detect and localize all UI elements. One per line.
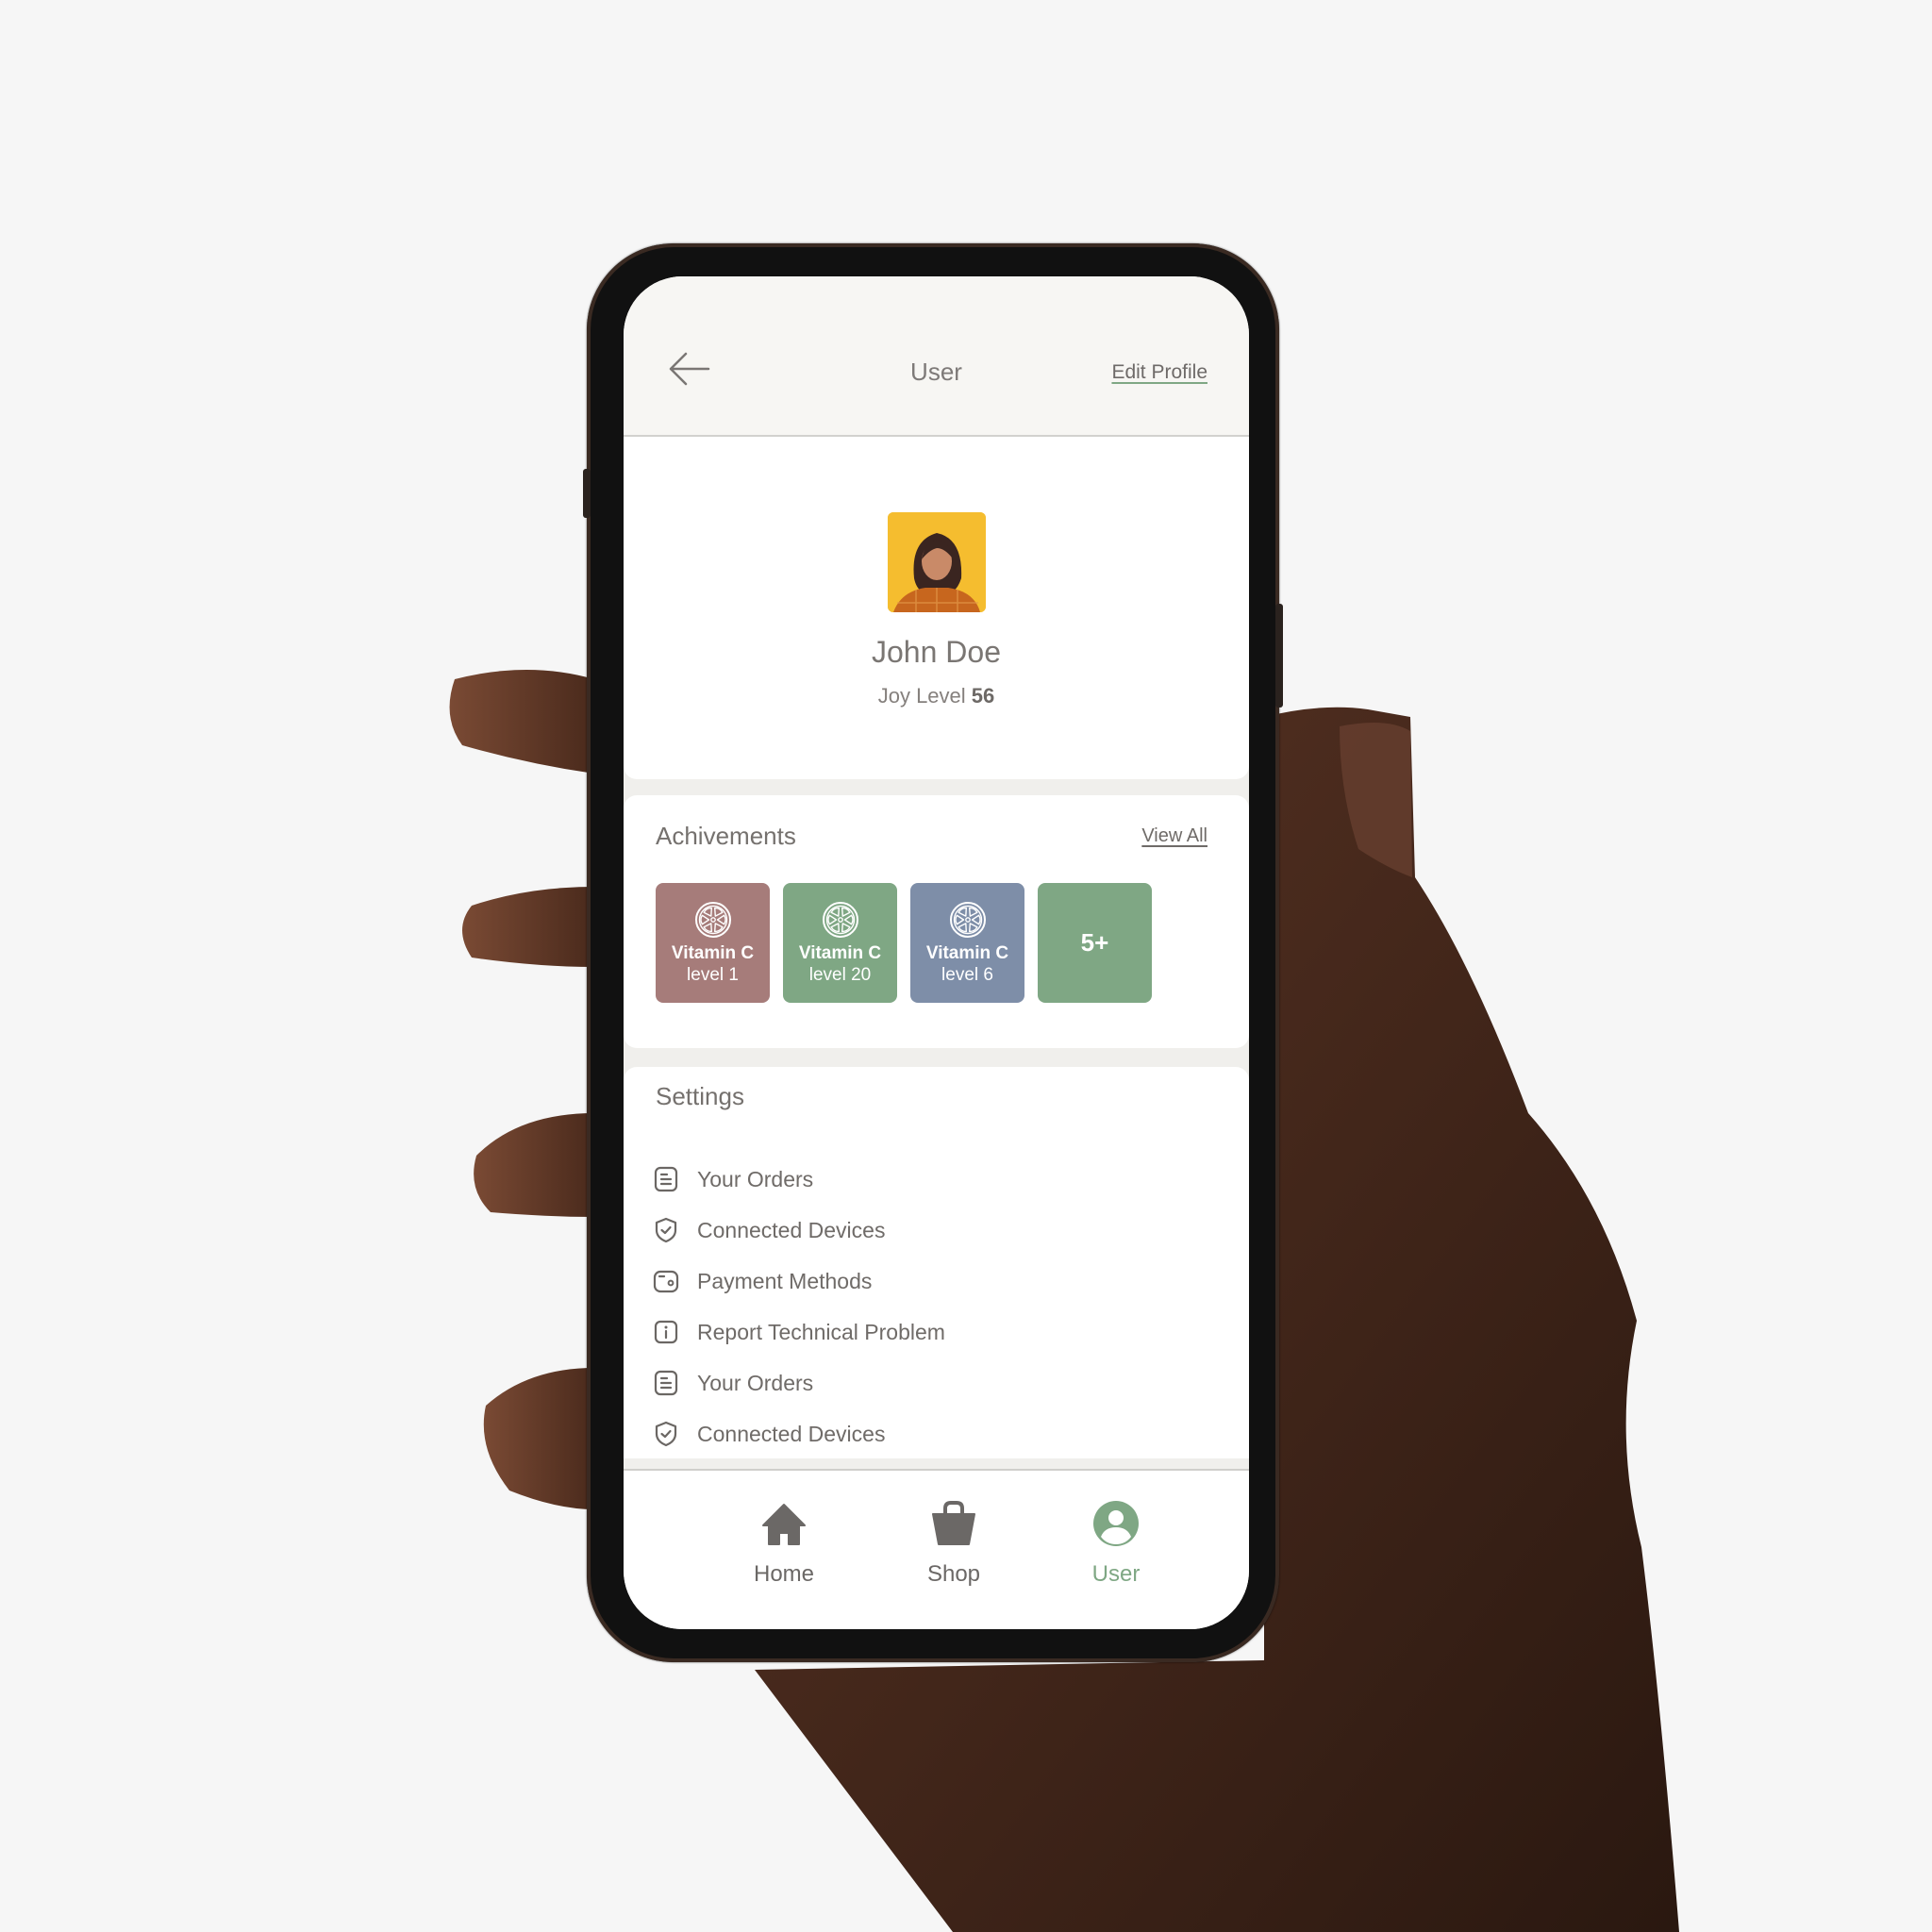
settings-item-label: Connected Devices <box>697 1421 886 1446</box>
nav-label: Home <box>753 1561 815 1587</box>
settings-item-report-problem[interactable]: Report Technical Problem <box>652 1307 945 1357</box>
shopping-bag-icon <box>932 1501 975 1545</box>
nav-item-user[interactable]: User <box>1050 1497 1182 1588</box>
joy-level: Joy Level 56 <box>624 684 1249 708</box>
wallet-icon <box>653 1270 679 1293</box>
citrus-slice-icon <box>822 901 858 938</box>
bottom-navigation: Home Shop User <box>624 1469 1249 1629</box>
settings-item-payment-methods[interactable]: Payment Methods <box>652 1256 945 1307</box>
joy-level-value: 56 <box>971 684 995 708</box>
settings-list: Your Orders Connected Devices Payment Me… <box>652 1154 945 1459</box>
avatar[interactable] <box>888 512 986 612</box>
settings-item-label: Your Orders <box>697 1166 814 1191</box>
shield-check-icon <box>655 1421 677 1447</box>
settings-item-connected-devices[interactable]: Connected Devices <box>652 1205 945 1256</box>
citrus-slice-icon <box>949 901 986 938</box>
info-icon <box>654 1320 678 1344</box>
achievement-badge[interactable]: Vitamin C level 1 <box>656 883 770 1003</box>
settings-item-label: Your Orders <box>697 1370 814 1395</box>
badge-level: level 6 <box>941 964 993 985</box>
citrus-slice-icon <box>694 901 731 938</box>
shield-check-icon <box>655 1217 677 1243</box>
nav-item-home[interactable]: Home <box>718 1497 850 1588</box>
profile-card: John Doe Joy Level 56 <box>624 437 1249 779</box>
phone-screen: User Edit Profile John Doe Joy Level 56 <box>624 276 1249 1629</box>
settings-card: Settings Your Orders Connected Devices P… <box>624 1067 1249 1458</box>
finger-4 <box>483 1368 594 1509</box>
more-achievements-button[interactable]: 5+ <box>1038 883 1152 1003</box>
settings-title: Settings <box>656 1082 744 1110</box>
avatar-portrait <box>888 512 986 612</box>
achievement-badge[interactable]: Vitamin C level 6 <box>910 883 1024 1003</box>
view-all-link[interactable]: View All <box>1141 825 1208 847</box>
settings-item-connected-devices[interactable]: Connected Devices <box>652 1408 945 1459</box>
settings-item-label: Connected Devices <box>697 1217 886 1242</box>
user-circle-icon <box>1093 1501 1139 1546</box>
badge-title: Vitamin C <box>925 942 1009 963</box>
badge-title: Vitamin C <box>671 942 755 963</box>
top-app-bar: User Edit Profile <box>624 276 1249 437</box>
power-button <box>1275 604 1283 708</box>
edit-profile-link[interactable]: Edit Profile <box>1111 361 1208 384</box>
achievements-title: Achivements <box>656 822 796 850</box>
receipt-icon <box>654 1166 678 1192</box>
more-count: 5+ <box>1080 928 1109 957</box>
finger-3 <box>474 1113 594 1217</box>
volume-button <box>583 469 591 518</box>
settings-item-your-orders[interactable]: Your Orders <box>652 1357 945 1408</box>
achievements-card: Achivements View All Vitamin C level 1 V… <box>624 795 1249 1048</box>
badge-level: level 20 <box>808 964 872 985</box>
badge-title: Vitamin C <box>798 942 882 963</box>
user-name: John Doe <box>872 635 1001 669</box>
badge-list: Vitamin C level 1 Vitamin C level 20 Vit… <box>656 883 1152 1003</box>
settings-item-label: Payment Methods <box>697 1268 873 1293</box>
product-mockup-scene: User Edit Profile John Doe Joy Level 56 <box>0 0 1932 1932</box>
settings-item-label: Report Technical Problem <box>697 1319 945 1344</box>
nav-label: User <box>1091 1561 1141 1587</box>
receipt-icon <box>654 1370 678 1396</box>
achievement-badge[interactable]: Vitamin C level 20 <box>783 883 897 1003</box>
nav-label: Shop <box>926 1561 981 1587</box>
nav-item-shop[interactable]: Shop <box>888 1497 1020 1588</box>
finger-1 <box>449 670 594 774</box>
settings-item-your-orders[interactable]: Your Orders <box>652 1154 945 1205</box>
badge-level: level 1 <box>687 964 739 985</box>
joy-level-label: Joy Level <box>877 684 966 708</box>
home-icon <box>762 1504 806 1545</box>
finger-2 <box>462 887 594 967</box>
